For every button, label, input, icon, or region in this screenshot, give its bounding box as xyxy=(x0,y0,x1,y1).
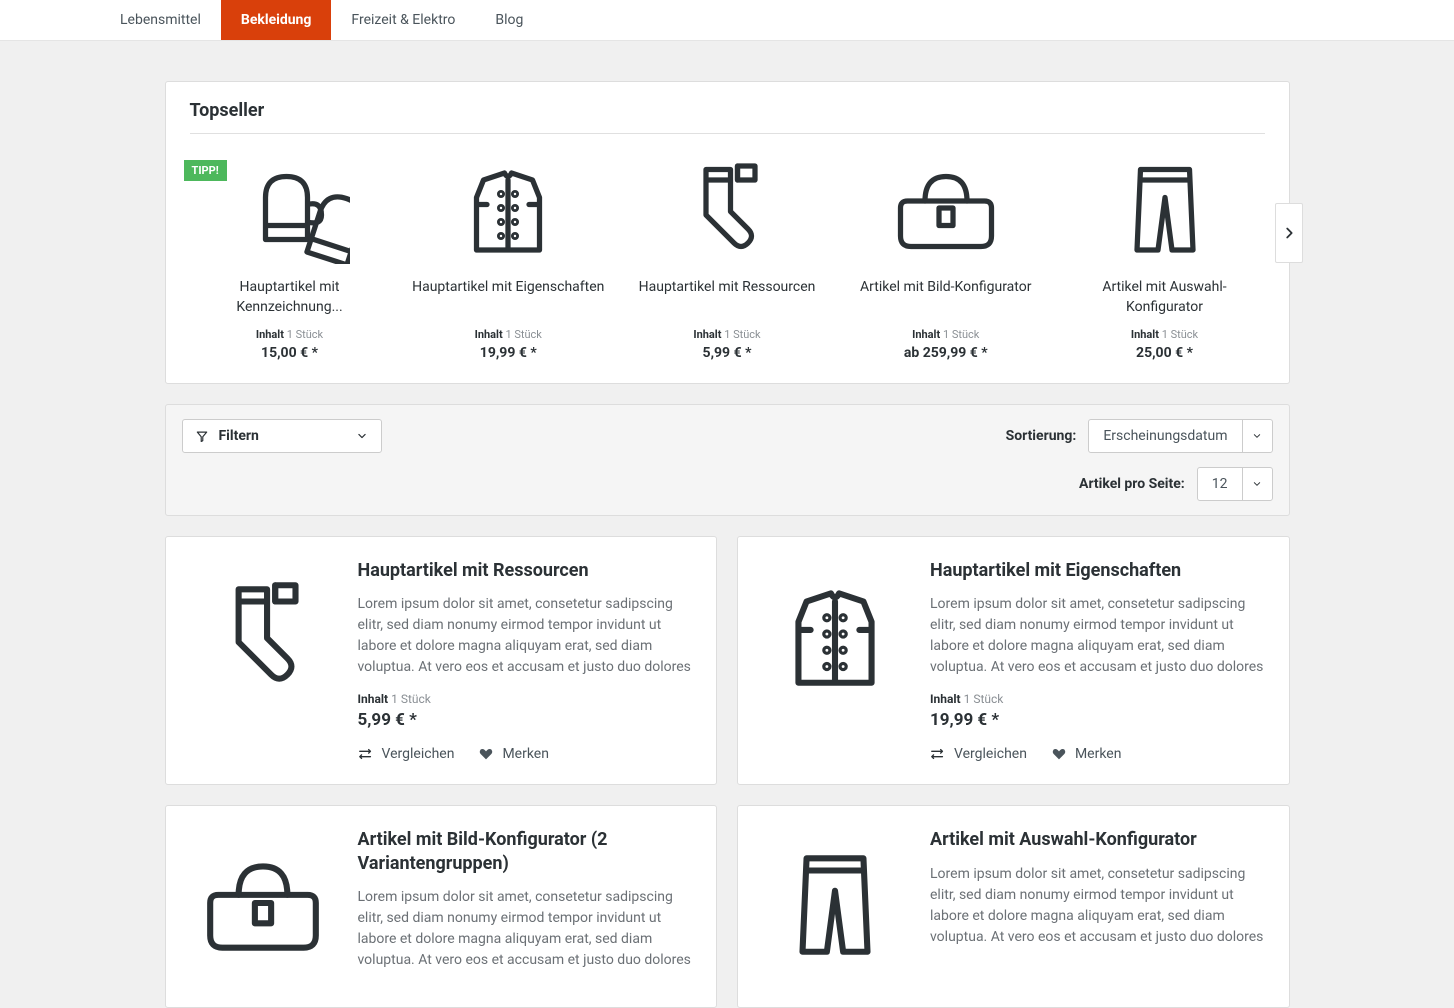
topseller-item[interactable]: Hauptartikel mit Ressourcen Inhalt 1 Stüc… xyxy=(627,152,827,361)
product-card[interactable]: Artikel mit Auswahl-Konfigurator Lorem ip… xyxy=(737,805,1290,1008)
nav-item-bekleidung[interactable]: Bekleidung xyxy=(221,0,332,40)
filter-bar: Filtern Sortierung: Erscheinungsdatum Ar… xyxy=(165,404,1290,516)
compare-button[interactable]: Vergleichen xyxy=(930,746,1027,762)
per-page-label: Artikel pro Seite: xyxy=(1079,476,1185,492)
product-image xyxy=(627,152,827,264)
filter-label: Filtern xyxy=(219,428,259,444)
heart-icon xyxy=(478,746,494,762)
product-price: 25,00 € * xyxy=(1065,345,1265,361)
sort-label: Sortierung: xyxy=(1006,428,1077,444)
product-content: Inhalt 1 Stück xyxy=(627,328,827,341)
compare-icon xyxy=(358,746,374,762)
product-price: 19,99 € * xyxy=(408,345,608,361)
product-image xyxy=(188,828,338,978)
chevron-down-icon xyxy=(1251,430,1263,442)
product-title: Hauptartikel mit Ressourcen xyxy=(358,559,695,582)
product-content: Inhalt 1 Stück xyxy=(930,692,1267,706)
product-card[interactable]: Hauptartikel mit Eigenschaften Lorem ipsu… xyxy=(737,536,1290,785)
sort-select[interactable]: Erscheinungsdatum xyxy=(1088,419,1272,453)
product-title: Hauptartikel mit Eigenschaften xyxy=(930,559,1267,582)
topseller-item[interactable]: Artikel mit Auswahl-Konfigurator Inhalt 1… xyxy=(1065,152,1265,361)
chevron-down-icon xyxy=(355,429,369,443)
product-name: Hauptartikel mit Ressourcen xyxy=(627,278,827,318)
product-content: Inhalt 1 Stück xyxy=(190,328,390,341)
product-content: Inhalt 1 Stück xyxy=(358,692,695,706)
chevron-right-icon xyxy=(1281,225,1297,241)
product-description: Lorem ipsum dolor sit amet, consetetur s… xyxy=(358,594,695,678)
main-nav: LebensmittelBekleidungFreizeit & Elektro… xyxy=(0,0,1454,41)
product-card[interactable]: Hauptartikel mit Ressourcen Lorem ipsum d… xyxy=(165,536,718,785)
product-price: 5,99 € * xyxy=(358,710,695,730)
carousel-next-button[interactable] xyxy=(1275,203,1303,263)
product-image xyxy=(1065,152,1265,264)
wishlist-button[interactable]: Merken xyxy=(1051,746,1122,762)
chevron-down-icon xyxy=(1251,478,1263,490)
product-description: Lorem ipsum dolor sit amet, consetetur s… xyxy=(358,887,695,971)
product-name: Hauptartikel mit Kennzeichnung... xyxy=(190,278,390,318)
product-content: Inhalt 1 Stück xyxy=(408,328,608,341)
product-image xyxy=(408,152,608,264)
wishlist-button[interactable]: Merken xyxy=(478,746,549,762)
product-name: Artikel mit Auswahl-Konfigurator xyxy=(1065,278,1265,318)
filter-button[interactable]: Filtern xyxy=(182,419,382,453)
nav-item-lebensmittel[interactable]: Lebensmittel xyxy=(100,0,221,40)
filter-icon xyxy=(195,429,209,443)
product-image xyxy=(760,559,910,709)
product-image xyxy=(188,559,338,709)
product-name: Hauptartikel mit Eigenschaften xyxy=(408,278,608,318)
product-price: 5,99 € * xyxy=(627,345,827,361)
product-price: 15,00 € * xyxy=(190,345,390,361)
topseller-item[interactable]: TIPP!Hauptartikel mit Kennzeichnung...In… xyxy=(190,152,390,361)
product-grid: Hauptartikel mit Ressourcen Lorem ipsum d… xyxy=(165,536,1290,1008)
product-title: Artikel mit Auswahl-Konfigurator xyxy=(930,828,1267,851)
product-name: Artikel mit Bild-Konfigurator xyxy=(846,278,1046,318)
topseller-item[interactable]: Hauptartikel mit Eigenschaften Inhalt 1 S… xyxy=(408,152,608,361)
compare-button[interactable]: Vergleichen xyxy=(358,746,455,762)
sort-value: Erscheinungsdatum xyxy=(1089,428,1241,444)
per-page-value: 12 xyxy=(1198,476,1242,492)
nav-item-freizeit-elektro[interactable]: Freizeit & Elektro xyxy=(331,0,475,40)
topseller-title: Topseller xyxy=(190,100,1265,134)
per-page-select[interactable]: 12 xyxy=(1197,467,1273,501)
product-image xyxy=(846,152,1046,264)
heart-icon xyxy=(1051,746,1067,762)
product-price: 19,99 € * xyxy=(930,710,1267,730)
tip-badge: TIPP! xyxy=(184,160,227,181)
product-description: Lorem ipsum dolor sit amet, consetetur s… xyxy=(930,864,1267,948)
topseller-section: Topseller TIPP!Hauptartikel mit Kennzeic… xyxy=(165,81,1290,384)
product-description: Lorem ipsum dolor sit amet, consetetur s… xyxy=(930,594,1267,678)
compare-icon xyxy=(930,746,946,762)
nav-item-blog[interactable]: Blog xyxy=(475,0,543,40)
product-title: Artikel mit Bild-Konfigurator (2 Variant… xyxy=(358,828,695,875)
product-content: Inhalt 1 Stück xyxy=(1065,328,1265,341)
product-price: ab 259,99 € * xyxy=(846,345,1046,361)
product-content: Inhalt 1 Stück xyxy=(846,328,1046,341)
product-image xyxy=(760,828,910,978)
topseller-item[interactable]: Artikel mit Bild-Konfigurator Inhalt 1 St… xyxy=(846,152,1046,361)
product-card[interactable]: Artikel mit Bild-Konfigurator (2 Variant… xyxy=(165,805,718,1008)
